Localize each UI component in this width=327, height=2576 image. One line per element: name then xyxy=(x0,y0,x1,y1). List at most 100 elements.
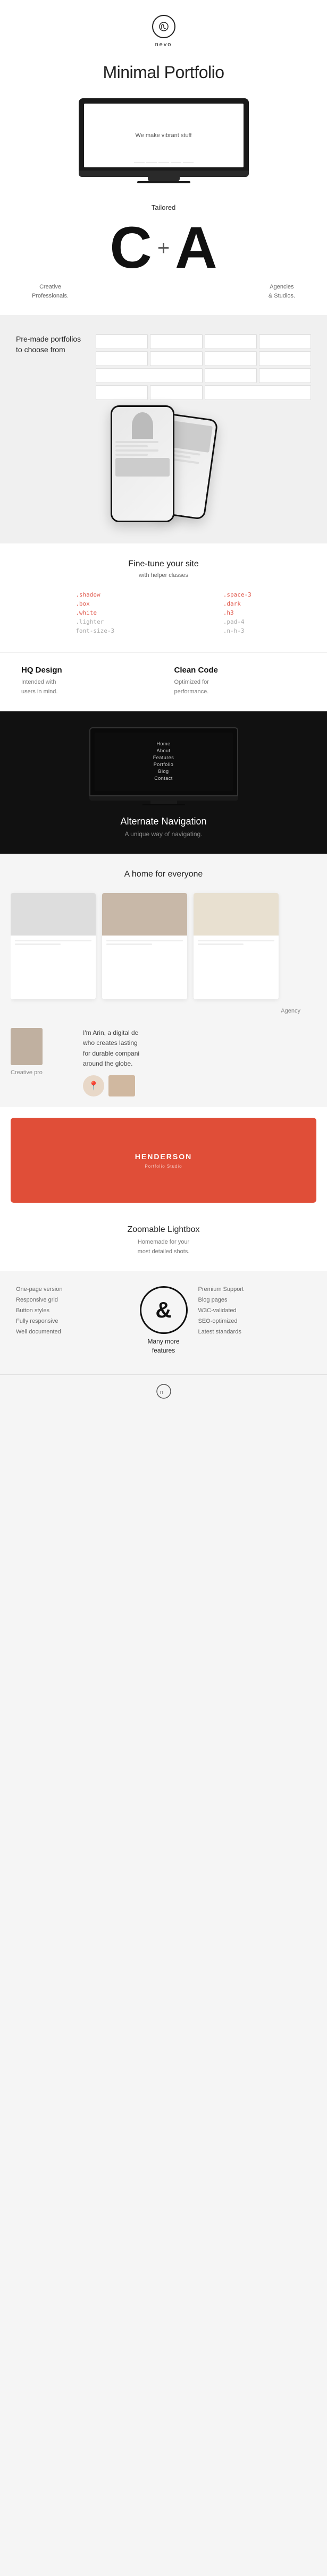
card-line xyxy=(15,940,91,941)
premade-cell xyxy=(150,385,202,400)
card-line xyxy=(106,943,152,945)
laptop-mockup-section: We make vibrant stuff xyxy=(0,93,327,199)
card-line xyxy=(198,940,274,941)
laptop-screen-text: We make vibrant stuff xyxy=(136,132,192,139)
letter-c: C xyxy=(110,219,152,277)
phone-image xyxy=(115,458,170,477)
red-card-subtitle: Portfolio Studio xyxy=(135,1164,192,1169)
tailored-label: Tailored xyxy=(11,203,316,211)
laptop-screen-outer: We make vibrant stuff xyxy=(79,98,249,171)
card-line xyxy=(106,940,183,941)
creative-section: Creative pro I'm Arin, a digital dewho c… xyxy=(0,1023,327,1107)
helper-subtitle: with helper classes xyxy=(21,572,306,579)
premade-cell xyxy=(205,368,257,383)
helper-item: .box xyxy=(76,600,114,607)
clean-code-title: Clean Code xyxy=(174,666,306,675)
nav-item-contact: Contact xyxy=(153,776,174,781)
logo-text: nevo xyxy=(11,41,316,48)
footer-icon: n xyxy=(11,1383,316,1402)
lightbox-section: Zoomable Lightbox Homemade for yourmost … xyxy=(0,1217,327,1271)
card-line xyxy=(15,943,61,945)
footer-logo-icon: n xyxy=(156,1383,172,1399)
premade-cell xyxy=(205,385,312,400)
main-title: Minimal Portfolio xyxy=(11,63,316,82)
feature-item: SEO-optimized xyxy=(198,1318,312,1324)
mockup-strip xyxy=(11,888,316,1005)
creative-right: I'm Arin, a digital dewho creates lastin… xyxy=(83,1028,316,1096)
laptop-base xyxy=(137,181,190,183)
helper-item: .h3 xyxy=(223,609,251,616)
feature-item: One-page version xyxy=(16,1286,129,1293)
clean-code-col: Clean Code Optimized forperformance. xyxy=(174,666,306,696)
agency-label: Agency xyxy=(281,1008,300,1014)
strip-card-content xyxy=(194,936,279,999)
helper-col-right: .space-3 .dark .h3 .pad-4 .n-h-3 xyxy=(223,591,251,636)
helper-section: Fine-tune your site with helper classes … xyxy=(0,543,327,652)
feature-item: Well documented xyxy=(16,1329,129,1335)
dark-nav-list: Home About Features Portfolio Blog Conta… xyxy=(153,741,174,781)
strip-card-header xyxy=(194,893,279,936)
phone-main xyxy=(111,405,174,522)
premade-cell xyxy=(96,351,148,366)
premade-cell xyxy=(150,334,202,349)
feature-item: W3C-validated xyxy=(198,1307,312,1314)
feature-item: Blog pages xyxy=(198,1297,312,1303)
helper-item: .dark xyxy=(223,600,251,607)
helper-item: .space-3 xyxy=(223,591,251,598)
phone-portrait xyxy=(132,412,153,439)
ampersand-circle: & xyxy=(140,1286,188,1334)
features-grid: One-page version Responsive grid Button … xyxy=(16,1286,311,1355)
dark-laptop-mockup: Home About Features Portfolio Blog Conta… xyxy=(89,727,238,805)
logo-circle xyxy=(152,15,175,38)
laptop-screen-inner: We make vibrant stuff xyxy=(84,104,244,167)
features-more-label: Many morefeatures xyxy=(147,1337,179,1355)
main-title-section: Minimal Portfolio xyxy=(0,57,327,93)
premade-cell xyxy=(96,368,203,383)
premade-cell xyxy=(259,334,311,349)
phone-text xyxy=(115,449,159,452)
everyone-title: A home for everyone xyxy=(11,870,316,879)
red-card-title: HENDERSON xyxy=(135,1152,192,1162)
strip-card-header xyxy=(11,893,96,936)
feature-item: Latest standards xyxy=(198,1329,312,1335)
strip-card-3 xyxy=(194,893,279,999)
dark-nav-section: Home About Features Portfolio Blog Conta… xyxy=(0,711,327,854)
features-col-right: Premium Support Blog pages W3C-validated… xyxy=(198,1286,312,1335)
premade-cell xyxy=(96,385,148,400)
alt-nav-desc: A unique way of navigating. xyxy=(11,830,316,838)
agency-row: Agency xyxy=(11,1005,316,1017)
phone-text xyxy=(115,441,159,443)
laptop-stand xyxy=(148,177,180,181)
ampersand-symbol: & xyxy=(155,1297,171,1323)
thumb-emoji: 📍 xyxy=(83,1075,104,1096)
nav-item-portfolio: Portfolio xyxy=(153,762,174,767)
creative-label: CreativeProfessionals. xyxy=(32,283,69,300)
logo-icon xyxy=(159,22,169,31)
phone-screen-main xyxy=(112,407,173,521)
ca-labels: CreativeProfessionals. Agencies& Studios… xyxy=(11,283,316,300)
svg-text:n: n xyxy=(160,1389,163,1396)
laptop-mockup: We make vibrant stuff xyxy=(79,98,249,183)
creative-portrait xyxy=(11,1028,43,1065)
dark-nav-content: Home About Features Portfolio Blog Conta… xyxy=(153,741,174,783)
helper-col-left: .shadow .box .white .lighter font-size-3 xyxy=(76,591,114,636)
strip-card-2 xyxy=(102,893,187,999)
thumb-rect xyxy=(108,1075,135,1096)
hq-design-col: HQ Design Intended withusers in mind. xyxy=(21,666,153,696)
everyone-section: A home for everyone Agency xyxy=(0,854,327,1023)
lightbox-title: Zoomable Lightbox xyxy=(11,1225,316,1235)
features-center: & Many morefeatures xyxy=(140,1286,188,1355)
footer-section: n xyxy=(0,1374,327,1415)
strip-card-content xyxy=(102,936,187,999)
clean-code-desc: Optimized forperformance. xyxy=(174,678,306,696)
premade-content: Pre-made portfolios to choose from xyxy=(16,334,311,400)
helper-item: .shadow xyxy=(76,591,114,598)
helper-item: .white xyxy=(76,609,114,616)
premade-cell xyxy=(259,351,311,366)
premade-cell xyxy=(150,351,202,366)
premade-cell xyxy=(96,334,148,349)
feature-item: Premium Support xyxy=(198,1286,312,1293)
letter-a: A xyxy=(175,219,217,277)
helper-item: .lighter xyxy=(76,618,114,625)
features-col-left: One-page version Responsive grid Button … xyxy=(16,1286,129,1335)
